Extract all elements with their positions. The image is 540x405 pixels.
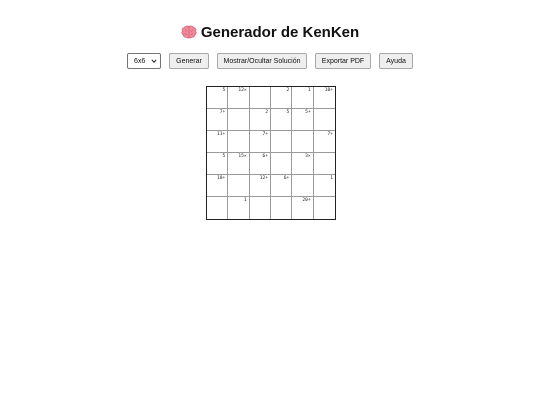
grid-cell[interactable]	[250, 197, 271, 219]
cage-clue: 3×	[305, 154, 311, 159]
export-pdf-button[interactable]: Exportar PDF	[315, 53, 371, 69]
grid-cell[interactable]: 5+	[292, 109, 314, 131]
cage-clue: 10+	[324, 88, 333, 93]
cage-clue: 12+	[259, 176, 268, 181]
grid-cell[interactable]	[292, 175, 314, 197]
cage-clue: 7+	[219, 110, 226, 115]
grid-cell[interactable]	[228, 109, 250, 131]
grid-cell[interactable]: 2	[271, 87, 293, 109]
toggle-solution-button[interactable]: Mostrar/Ocultar Solución	[217, 53, 307, 69]
cage-clue: 1	[330, 176, 333, 181]
cage-clue: 7+	[262, 132, 268, 137]
grid-cell[interactable]	[249, 87, 271, 109]
grid-cell[interactable]: 12+	[249, 175, 271, 197]
grid-cell[interactable]: 6+	[271, 175, 293, 197]
grid-cell[interactable]: 10+	[313, 87, 335, 109]
cage-clue: 5	[286, 110, 290, 115]
cage-clue: 12×	[238, 88, 247, 93]
page-title: Generador de KenKen	[0, 24, 540, 42]
grid-cell[interactable]: 18+	[207, 175, 229, 197]
grid-cell[interactable]	[228, 131, 250, 153]
grid-cell[interactable]: 2	[249, 109, 271, 131]
grid-cell[interactable]	[314, 197, 335, 219]
grid-cell[interactable]: 7+	[249, 131, 271, 153]
cage-clue: 1	[243, 198, 247, 203]
grid-cell[interactable]: 3×	[292, 153, 314, 175]
grid-cell[interactable]: 1	[228, 197, 250, 219]
grid-cell[interactable]: 7+	[313, 131, 335, 153]
cage-clue: 5	[222, 88, 226, 93]
grid-cell[interactable]: 5	[207, 87, 229, 109]
page: Generador de KenKen 6x6 Generar Mostrar/…	[0, 0, 540, 405]
cage-clue: 6+	[283, 176, 290, 181]
grid-cell[interactable]: 7+	[207, 109, 229, 131]
cage-clue: 20+	[302, 198, 311, 203]
cage-clue: 11+	[217, 132, 226, 137]
cage-clue: 18+	[217, 176, 226, 181]
toolbar: 6x6 Generar Mostrar/Ocultar Solución Exp…	[0, 53, 540, 69]
grid-cell[interactable]: 6+	[249, 153, 271, 175]
grid-cell[interactable]	[228, 175, 250, 197]
cage-clue: 5+	[305, 110, 311, 115]
cage-clue: 2	[286, 88, 290, 93]
kenken-grid: 5 12× 2 1 10+ 7+ 2 5 5+ 11+ 7+ 7+ 5 15× 6+ 3× 18+ 12+ 6+ 1 1…	[206, 86, 336, 220]
chevron-down-icon	[151, 59, 157, 63]
size-select[interactable]: 6x6	[127, 53, 161, 69]
cage-clue: 7+	[327, 132, 333, 137]
grid-cell[interactable]: 12×	[228, 87, 250, 109]
cage-clue: 2	[265, 110, 268, 115]
grid-cell[interactable]	[271, 197, 293, 219]
grid-cell[interactable]	[271, 153, 293, 175]
brain-icon	[181, 25, 197, 39]
grid-cell[interactable]: 1	[313, 175, 335, 197]
cage-clue: 5	[222, 154, 226, 159]
grid-cell[interactable]	[271, 131, 293, 153]
grid-cell[interactable]: 1	[292, 87, 314, 109]
title-text: Generador de KenKen	[200, 24, 360, 41]
grid-cell[interactable]	[313, 109, 335, 131]
grid-cell[interactable]: 20+	[292, 197, 314, 219]
grid-cell[interactable]: 5	[271, 109, 293, 131]
grid-cell[interactable]	[207, 197, 229, 219]
cage-clue: 6+	[262, 154, 268, 159]
help-button[interactable]: Ayuda	[379, 53, 413, 69]
grid-cell[interactable]	[292, 131, 314, 153]
grid-cell[interactable]: 15×	[228, 153, 250, 175]
grid-cell[interactable]	[313, 153, 335, 175]
generate-button[interactable]: Generar	[169, 53, 209, 69]
size-select-value: 6x6	[134, 57, 146, 65]
cage-clue: 1	[307, 88, 311, 93]
grid-cell[interactable]: 11+	[207, 131, 229, 153]
grid-cell[interactable]: 5	[207, 153, 229, 175]
cage-clue: 15×	[238, 154, 247, 159]
